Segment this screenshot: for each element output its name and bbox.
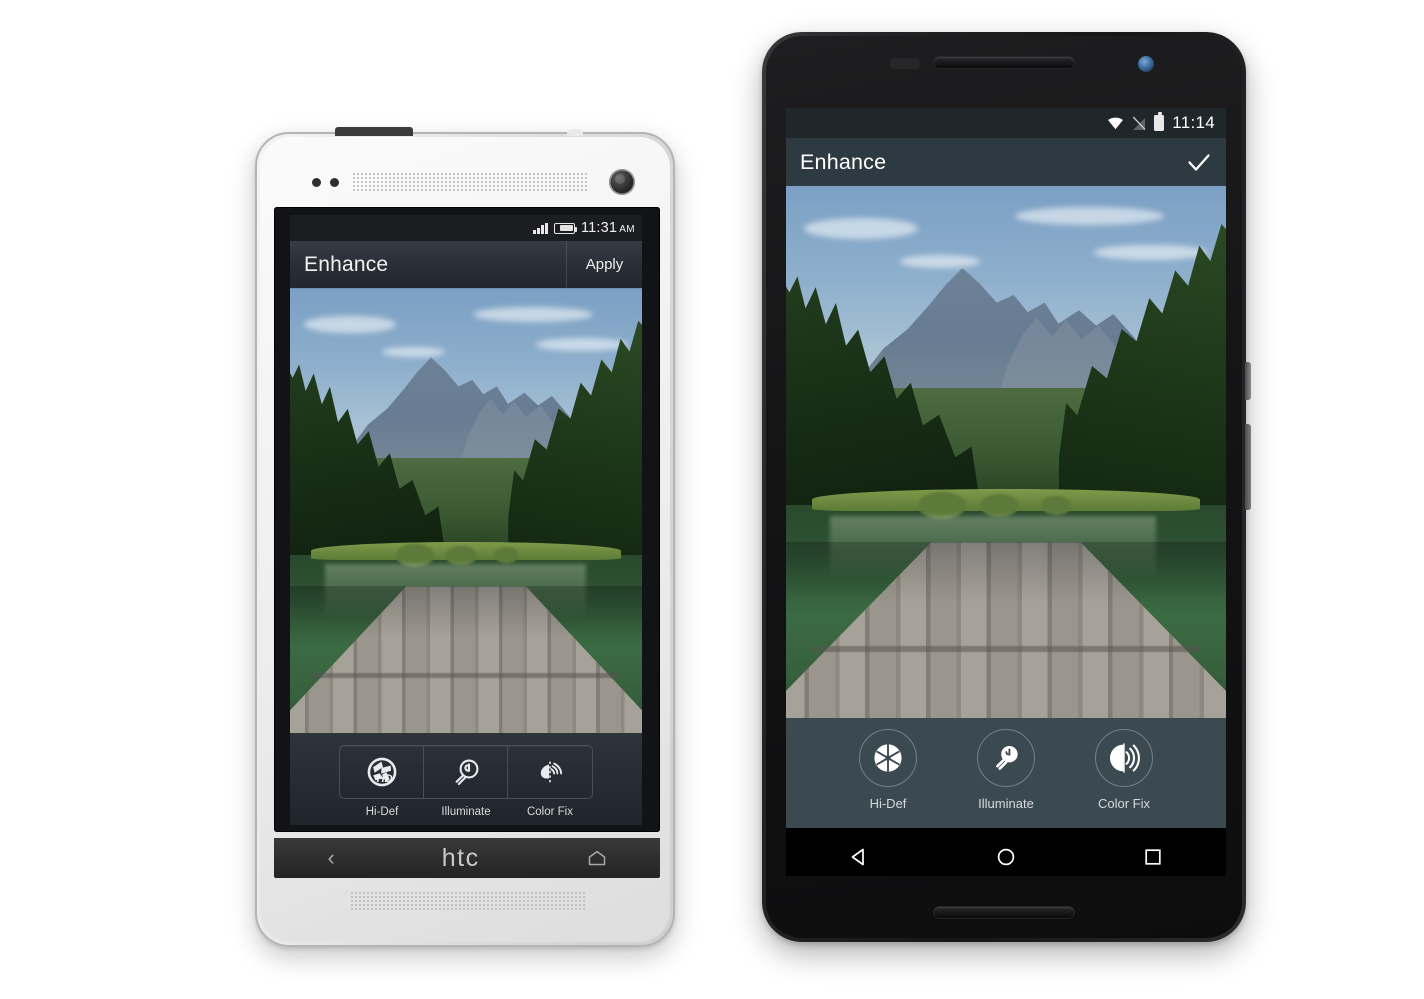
htc-label-color-fix: Color Fix (526, 805, 573, 818)
cloud (473, 306, 593, 322)
htc-screen-bezel: 11:31 AM Enhance Apply HD Hi-Def Illumin… (274, 207, 660, 832)
htc-tool-color-fix[interactable] (508, 746, 592, 798)
android-tool-hi-def[interactable]: Hi-Def (840, 729, 936, 811)
aperture-icon (874, 744, 902, 772)
htc-front-camera (609, 169, 635, 195)
dock-plank-seam (311, 672, 621, 678)
android-bottom-speaker (934, 907, 1074, 918)
screenshot-canvas: 11:31 AM Enhance Apply HD Hi-Def Illumin… (0, 0, 1424, 999)
lightbulb-icon (455, 759, 478, 785)
htc-brand-logo: htc (441, 843, 480, 872)
color-gauge-icon (540, 761, 563, 783)
battery-icon (553, 222, 578, 234)
shore-bush (444, 545, 477, 566)
android-power-button[interactable] (1245, 362, 1251, 400)
android-nav-bar (786, 828, 1226, 876)
cloud (803, 217, 918, 240)
wifi-icon (1108, 117, 1124, 129)
android-proximity-sensor (890, 58, 920, 69)
android-label-color-fix: Color Fix (1097, 796, 1150, 811)
back-chevron-icon[interactable]: ‹ (327, 847, 334, 869)
shore-bush (1041, 495, 1072, 515)
htc-action-bar: Enhance Apply (290, 241, 642, 289)
no-sim-icon (1132, 116, 1146, 130)
htc-hardware-nav-bar: ‹ htc (274, 838, 660, 878)
htc-bottom-speaker-grille (350, 891, 586, 911)
htc-photo-preview[interactable] (290, 289, 642, 733)
android-action-bar: Enhance (786, 138, 1226, 186)
htc-tool-illuminate[interactable] (424, 745, 508, 798)
htc-apply-button[interactable]: Apply (566, 241, 642, 288)
aperture-hd-icon: HD (367, 757, 396, 786)
square-recents-icon[interactable] (1143, 847, 1163, 867)
triangle-back-icon[interactable] (849, 847, 869, 867)
shore-bush (979, 493, 1020, 517)
circle-home-icon[interactable] (996, 847, 1016, 867)
android-tool-hi-def-circle (859, 729, 917, 787)
shore-bush (918, 491, 967, 519)
htc-phone-device: 11:31 AM Enhance Apply HD Hi-Def Illumin… (255, 127, 675, 947)
signal-bars-icon (533, 222, 548, 234)
android-phone-device: 11:14 Enhance Hi-Def Illuminate Color Fi… (762, 32, 1251, 942)
htc-top-speaker-grille (352, 172, 587, 192)
android-earpiece-speaker (934, 57, 1074, 68)
battery-icon (1154, 112, 1165, 131)
cloud (900, 255, 980, 268)
htc-label-illuminate: Illuminate (441, 805, 491, 818)
home-icon[interactable] (587, 850, 607, 866)
android-photo-preview[interactable] (786, 186, 1226, 718)
android-enhance-toolbar: Hi-Def Illuminate Color Fix (786, 718, 1226, 828)
htc-status-clock: 11:31 AM (580, 220, 635, 236)
android-front-camera (1138, 56, 1154, 72)
htc-tool-label-row: Hi-Def Illuminate Color Fix (340, 806, 592, 818)
svg-text:HD: HD (376, 773, 392, 785)
htc-enhance-toolbar: HD Hi-Def Illuminate Color Fix (290, 733, 642, 825)
android-tool-illuminate[interactable]: Illuminate (958, 729, 1054, 811)
android-status-clock: 11:14 (1172, 113, 1215, 132)
cloud (536, 337, 628, 352)
android-tool-color-fix[interactable]: Color Fix (1076, 729, 1172, 811)
checkmark-icon[interactable] (1186, 149, 1212, 175)
htc-tool-hi-def[interactable]: HD (340, 745, 424, 798)
htc-page-title: Enhance (304, 252, 389, 276)
android-page-title: Enhance (800, 149, 887, 174)
htc-proximity-sensors (312, 178, 339, 187)
lightbulb-icon (996, 746, 1018, 770)
shore-bush (395, 544, 435, 567)
android-status-bar: 11:14 (786, 108, 1226, 138)
htc-label-hi-def: Hi-Def (365, 805, 399, 818)
htc-tool-button-row: HD (339, 744, 593, 799)
android-tool-color-fix-circle (1095, 729, 1153, 787)
color-waves-icon (1110, 743, 1140, 773)
htc-status-bar: 11:31 AM (290, 215, 642, 241)
htc-power-button[interactable] (335, 127, 413, 136)
android-volume-button[interactable] (1245, 424, 1251, 510)
android-label-hi-def: Hi-Def (869, 796, 907, 811)
android-screen: 11:14 Enhance Hi-Def Illuminate Color Fi… (786, 108, 1226, 876)
htc-screen: 11:31 AM Enhance Apply HD Hi-Def Illumin… (290, 215, 642, 825)
cloud (304, 315, 396, 334)
android-tool-illuminate-circle (977, 729, 1035, 787)
htc-headphone-jack (567, 129, 583, 136)
android-label-illuminate: Illuminate (978, 796, 1034, 811)
dock-plank-seam (812, 645, 1200, 652)
